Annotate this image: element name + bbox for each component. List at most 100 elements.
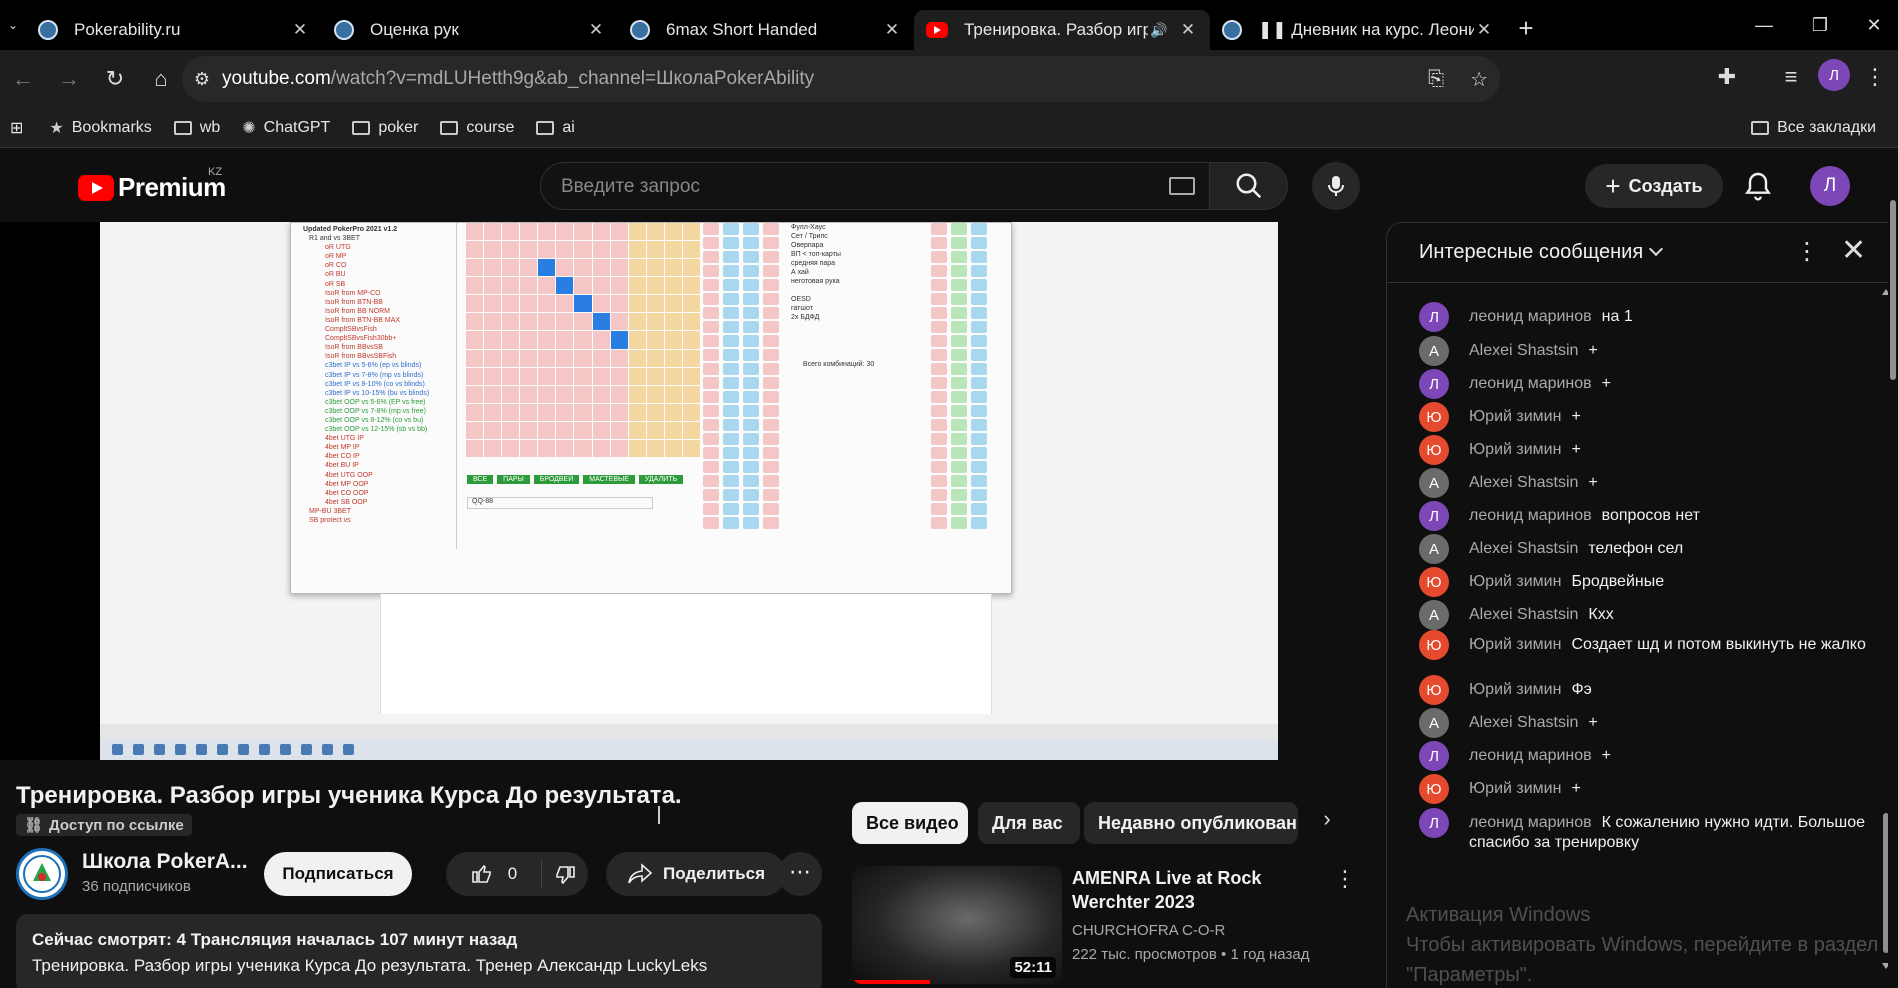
author-avatar[interactable]: A [1419, 336, 1449, 366]
bookmark-item[interactable]: ✺ ChatGPT [242, 118, 330, 138]
close-icon[interactable]: ✕ [882, 20, 902, 40]
chat-message[interactable]: A Alexei Shastsin + [1419, 708, 1869, 738]
chat-message[interactable]: Ю Юрий зимин + [1419, 435, 1869, 465]
scrollbar-thumb[interactable] [1890, 200, 1896, 380]
author-avatar[interactable]: Л [1419, 808, 1449, 838]
all-bookmarks[interactable]: Все закладки [1751, 119, 1876, 137]
chat-message[interactable]: Ллеонид маринов + [1419, 741, 1869, 771]
search-button[interactable] [1210, 162, 1288, 210]
chip-for-you[interactable]: Для вас [978, 802, 1080, 844]
author-avatar[interactable]: Л [1419, 741, 1449, 771]
author-name[interactable]: леонид маринов [1469, 308, 1592, 325]
chat-message[interactable]: Ю Юрий зимин + [1419, 774, 1869, 804]
author-name[interactable]: Alexei Shastsin [1469, 606, 1578, 623]
bookmark-item[interactable]: ★ Bookmarks [49, 118, 151, 138]
author-name[interactable]: Юрий зимин [1469, 681, 1561, 698]
chat-message[interactable]: Ю Юрий зимин + [1419, 402, 1869, 432]
chat-message[interactable]: A Alexei Shastsin + [1419, 468, 1869, 498]
author-avatar[interactable]: Ю [1419, 630, 1449, 660]
account-avatar[interactable]: Л [1810, 166, 1850, 206]
channel-avatar[interactable] [16, 848, 68, 900]
chat-mode-selector[interactable]: Интересные сообщения [1419, 241, 1664, 264]
author-avatar[interactable]: Ю [1419, 567, 1449, 597]
tab-search-icon[interactable]: ⌄ [0, 0, 26, 50]
speaker-icon[interactable]: 🔊 [1148, 22, 1170, 39]
bookmark-item[interactable]: poker [352, 119, 418, 137]
author-name[interactable]: Alexei Shastsin [1469, 342, 1578, 359]
home-button[interactable]: ⌂ [138, 66, 184, 92]
chat-message[interactable]: Ллеонид маринов вопросов нет [1419, 501, 1869, 531]
author-name[interactable]: леонид маринов [1469, 507, 1592, 524]
author-name[interactable]: Юрий зимин [1469, 408, 1561, 425]
chat-menu-icon[interactable]: ⋮ [1795, 237, 1819, 266]
author-name[interactable]: леонид маринов [1469, 814, 1592, 831]
author-avatar[interactable]: Л [1419, 501, 1449, 531]
browser-tab-2[interactable]: Оценка рук ✕ [322, 10, 618, 50]
author-avatar[interactable]: A [1419, 468, 1449, 498]
author-avatar[interactable]: A [1419, 708, 1449, 738]
browser-tab-3[interactable]: 6max Short Handed ✕ [618, 10, 914, 50]
extensions-icon[interactable]: ✚ [1704, 64, 1750, 90]
close-icon[interactable]: ✕ [1474, 20, 1494, 40]
share-button[interactable]: Поделиться [606, 852, 786, 896]
chat-message[interactable]: A Alexei Shastsin телефон сел [1419, 534, 1869, 564]
author-name[interactable]: Юрий зимин [1469, 573, 1561, 590]
back-button[interactable]: ← [0, 66, 46, 92]
chat-message[interactable]: A Alexei Shastsin + [1419, 336, 1869, 366]
chat-message[interactable]: Ллеонид маринов на 1 [1419, 302, 1869, 332]
profile-avatar[interactable]: Л [1818, 59, 1850, 91]
apps-grid-icon[interactable]: ⊞ [10, 118, 23, 138]
close-chat-icon[interactable]: ✕ [1841, 233, 1866, 268]
close-icon[interactable]: ✕ [1178, 20, 1198, 40]
menu-icon[interactable]: ⋮ [1860, 64, 1890, 90]
chip-all-videos[interactable]: Все видео [852, 802, 968, 844]
author-avatar[interactable]: Л [1419, 369, 1449, 399]
author-avatar[interactable]: Ю [1419, 435, 1449, 465]
channel-name[interactable]: Школа PokerA... [82, 850, 248, 874]
bookmark-item[interactable]: ai [536, 119, 575, 137]
browser-tab-5[interactable]: ❚❚ Дневник на курс. Леонид - ✕ [1210, 10, 1506, 50]
keyboard-icon[interactable] [1169, 177, 1195, 195]
author-name[interactable]: леонид маринов [1469, 747, 1592, 764]
author-name[interactable]: Alexei Shastsin [1469, 474, 1578, 491]
bookmark-item[interactable]: course [440, 119, 514, 137]
minimize-button[interactable]: — [1736, 0, 1792, 50]
subscribe-button[interactable]: Подписаться [264, 852, 412, 896]
recommendation-channel[interactable]: CHURCHOFRA C-O-R [1072, 922, 1225, 939]
search-input[interactable]: Введите запрос [540, 162, 1210, 210]
description-box[interactable]: Сейчас смотрят: 4 Трансляция началась 10… [16, 914, 822, 988]
page-scrollbar[interactable] [1888, 152, 1898, 988]
site-info-icon[interactable]: ⚙ [182, 69, 222, 90]
dislike-button[interactable] [542, 857, 588, 892]
reload-button[interactable]: ↻ [92, 66, 138, 92]
youtube-logo[interactable]: Premium KZ [78, 166, 226, 203]
author-name[interactable]: Юрий зимин [1469, 441, 1561, 458]
new-tab-button[interactable]: + [1506, 13, 1546, 44]
recommendation-thumbnail[interactable]: 52:11 [852, 866, 1062, 984]
author-avatar[interactable]: A [1419, 534, 1449, 564]
chat-message[interactable]: Ю Юрий зимин Создает шд и потом выкинуть н… [1419, 630, 1869, 660]
chat-message[interactable]: A Alexei Shastsin Кхх [1419, 600, 1869, 630]
voice-search-button[interactable] [1312, 162, 1360, 210]
author-name[interactable]: Юрий зимин [1469, 780, 1561, 797]
author-avatar[interactable]: Л [1419, 302, 1449, 332]
bookmark-item[interactable]: wb [173, 119, 220, 137]
author-name[interactable]: Юрий зимин [1469, 636, 1561, 653]
author-avatar[interactable]: A [1419, 600, 1449, 630]
create-button[interactable]: + Создать [1585, 164, 1723, 208]
chat-message[interactable]: Ллеонид маринов К сожалению нужно идти. Б… [1419, 808, 1869, 853]
author-avatar[interactable]: Ю [1419, 402, 1449, 432]
like-button[interactable]: 0 [446, 860, 542, 888]
chip-recent[interactable]: Недавно опубликованн [1084, 802, 1298, 844]
author-name[interactable]: Alexei Shastsin [1469, 714, 1578, 731]
close-window-button[interactable]: ✕ [1846, 0, 1898, 50]
address-bar[interactable]: ⚙ youtube.com/watch?v=mdLUHetth9g&ab_cha… [182, 56, 1500, 102]
media-controls-icon[interactable]: ≡ [1768, 64, 1814, 90]
notifications-bell-icon[interactable] [1742, 170, 1774, 202]
author-name[interactable]: Alexei Shastsin [1469, 540, 1578, 557]
bookmark-star-icon[interactable]: ☆ [1470, 67, 1488, 92]
author-avatar[interactable]: Ю [1419, 675, 1449, 705]
chevron-right-icon[interactable]: › [1312, 806, 1342, 840]
recommendation-more-icon[interactable]: ⋮ [1334, 866, 1356, 892]
close-icon[interactable]: ✕ [586, 20, 606, 40]
